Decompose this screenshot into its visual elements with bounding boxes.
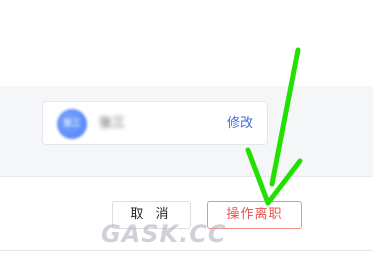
cancel-button[interactable]: 取 消 xyxy=(112,201,191,229)
user-card: 张三 张三 修改 xyxy=(42,101,268,145)
resign-button[interactable]: 操作离职 xyxy=(207,201,302,229)
user-name: 张三 xyxy=(99,116,126,131)
edit-link[interactable]: 修改 xyxy=(227,114,253,134)
top-area xyxy=(0,0,373,86)
divider xyxy=(0,250,373,251)
avatar: 张三 xyxy=(57,109,87,139)
avatar-text: 张三 xyxy=(62,119,81,129)
